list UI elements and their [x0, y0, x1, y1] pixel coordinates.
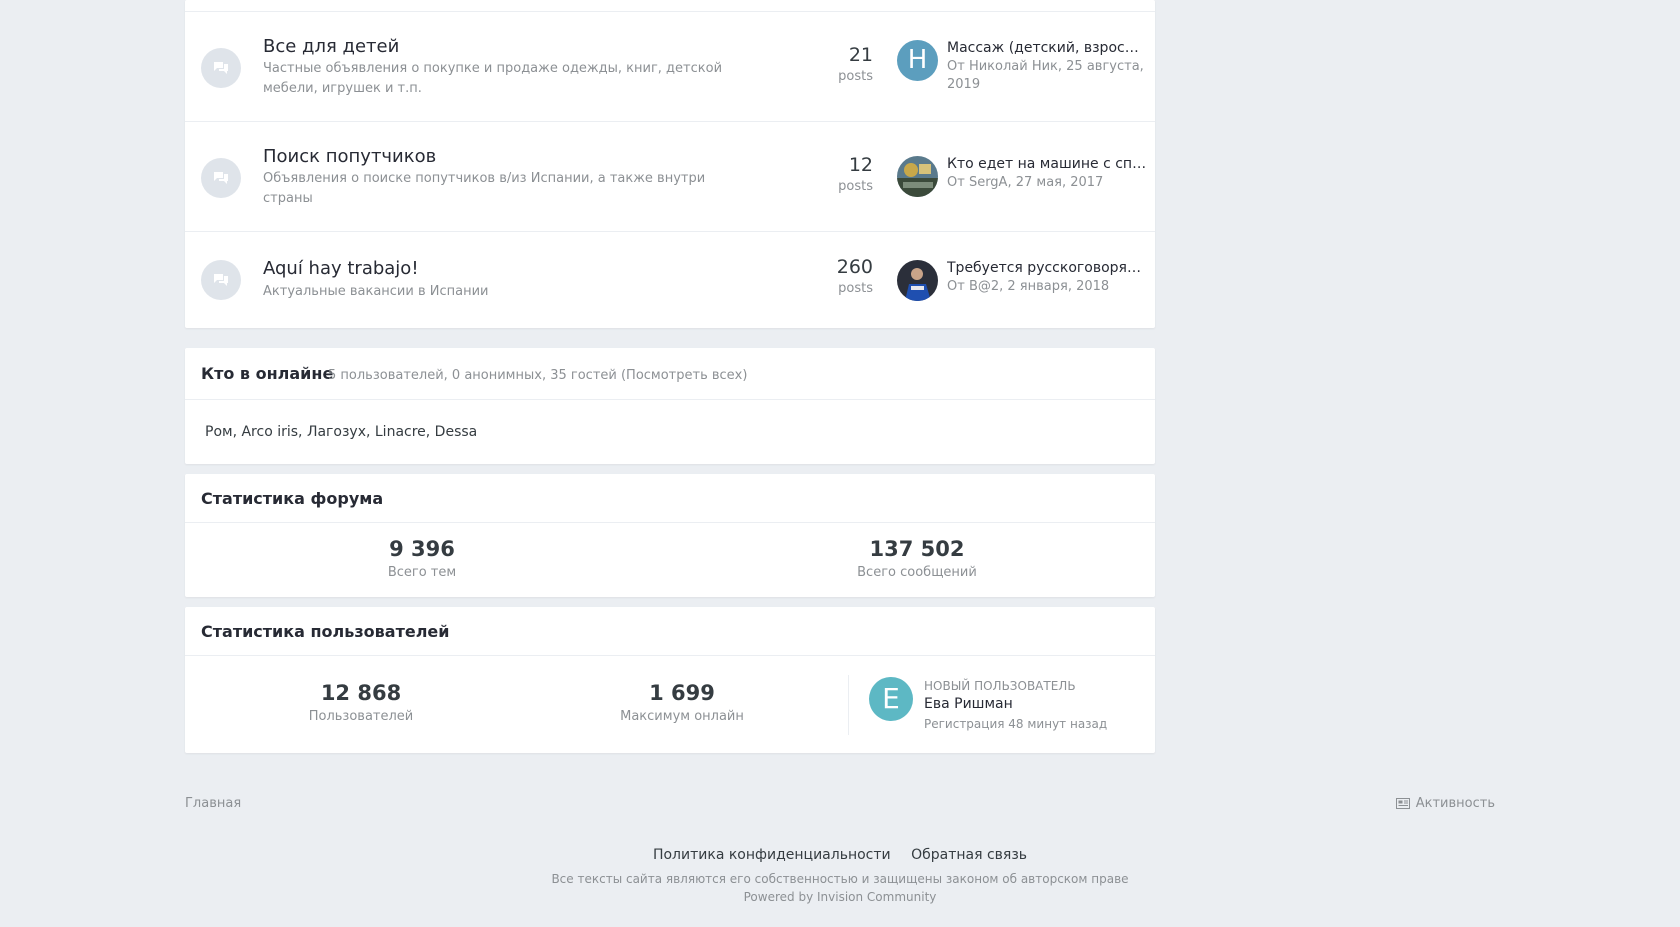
- new-member-label: Новый пользователь: [924, 679, 1076, 693]
- members-label: Пользователей: [308, 709, 414, 724]
- forum-status-icon: [201, 48, 241, 88]
- powered-by-link[interactable]: Powered by Invision Community: [0, 890, 1680, 904]
- total-posts-label: Всего сообщений: [857, 565, 977, 580]
- online-header: Кто в онлайне 5 пользователей, 0 анонимн…: [185, 348, 1155, 400]
- forum-title[interactable]: Aquí hay trabajo!: [263, 258, 419, 279]
- online-user-list[interactable]: Ром, Arco iris, Лагозух, Linacre, Dessa: [205, 424, 477, 440]
- forum-stats-header: Статистика форума: [185, 474, 1155, 523]
- forum-post-count: 21 posts: [838, 44, 873, 84]
- max-online-value: 1 699: [649, 681, 715, 705]
- forum-post-count: 12 posts: [838, 154, 873, 194]
- comments-icon: [214, 62, 228, 74]
- post-count-number: 12: [848, 154, 873, 176]
- footer-links: Политика конфиденциальности Обратная свя…: [0, 847, 1680, 863]
- stat-total-topics: 9 396 Всего тем: [322, 537, 522, 580]
- last-poster-avatar[interactable]: [897, 260, 938, 301]
- forum-status-icon: [201, 260, 241, 300]
- comments-icon: [214, 274, 228, 286]
- members-value: 12 868: [320, 681, 402, 705]
- total-topics-value: 9 396: [389, 537, 455, 561]
- new-member-avatar[interactable]: Е: [869, 677, 913, 721]
- stats-divider: [848, 675, 849, 735]
- forum-list-top-row: [185, 0, 1155, 12]
- post-count-label: posts: [838, 281, 873, 296]
- online-summary[interactable]: 5 пользователей, 0 анонимных, 35 гостей …: [328, 368, 747, 383]
- last-post-meta: От B@2, 2 января, 2018: [947, 279, 1110, 294]
- user-stats-widget: Статистика пользователей 12 868 Пользова…: [185, 607, 1155, 753]
- breadcrumb-home[interactable]: Главная: [185, 796, 241, 811]
- user-stats-title: Статистика пользователей: [201, 622, 450, 641]
- stat-members: 12 868 Пользователей: [261, 681, 461, 724]
- last-post-title[interactable]: Массаж (детский, взрослый) в Испании: [947, 40, 1147, 56]
- contact-us-link[interactable]: Обратная связь: [911, 847, 1027, 863]
- last-post-title[interactable]: Кто едет на машине с спб в Испанию: [947, 156, 1147, 172]
- post-count-label: posts: [838, 69, 873, 84]
- forum-stats-title: Статистика форума: [201, 489, 384, 508]
- last-poster-avatar[interactable]: Н: [897, 40, 938, 81]
- last-post-info: Массаж (детский, взрослый) в Испании От …: [947, 40, 1147, 94]
- forum-stats-widget: Статистика форума 9 396 Всего тем 137 50…: [185, 474, 1155, 597]
- forum-description: Частные объявления о покупке и продаже о…: [263, 61, 723, 96]
- forum-post-count: 260 posts: [837, 256, 873, 296]
- total-topics-label: Всего тем: [387, 565, 457, 580]
- forum-description: Актуальные вакансии в Испании: [263, 284, 489, 299]
- user-stats-header: Статистика пользователей: [185, 607, 1155, 656]
- post-count-number: 260: [836, 256, 873, 278]
- max-online-label: Максимум онлайн: [620, 709, 744, 724]
- total-posts-value: 137 502: [869, 537, 965, 561]
- forum-row-travel: Поиск попутчиков Объявления о поиске поп…: [185, 122, 1155, 232]
- last-post-title[interactable]: Требуется русскоговорящий сотрудник: [947, 260, 1147, 276]
- post-count-number: 21: [848, 44, 873, 66]
- new-member-registered: Регистрация 48 минут назад: [924, 717, 1108, 731]
- forum-list: Все для детей Частные объявления о покуп…: [185, 0, 1155, 328]
- online-users-widget: Кто в онлайне 5 пользователей, 0 анонимн…: [185, 348, 1155, 464]
- post-count-label: posts: [838, 179, 873, 194]
- newspaper-icon: [1395, 798, 1410, 809]
- new-member-name[interactable]: Ева Ришман: [924, 696, 1013, 712]
- last-post-meta: От Николай Ник, 25 августа, 2019: [947, 59, 1144, 92]
- forum-title[interactable]: Все для детей: [263, 36, 399, 57]
- forum-row-kids: Все для детей Частные объявления о покуп…: [185, 12, 1155, 122]
- privacy-policy-link[interactable]: Политика конфиденциальности: [653, 847, 891, 863]
- last-post-meta: От SergA, 27 мая, 2017: [947, 175, 1104, 190]
- last-post-info: Кто едет на машине с спб в Испанию От Se…: [947, 156, 1147, 192]
- stat-max-online: 1 699 Максимум онлайн: [582, 681, 782, 724]
- stat-total-posts: 137 502 Всего сообщений: [817, 537, 1017, 580]
- forum-status-icon: [201, 158, 241, 198]
- online-title: Кто в онлайне: [201, 364, 334, 383]
- comments-icon: [214, 172, 228, 184]
- last-poster-avatar[interactable]: [897, 156, 938, 197]
- main-content: Все для детей Частные объявления о покуп…: [185, 0, 1155, 753]
- user-photo-icon: [897, 260, 938, 301]
- forum-title[interactable]: Поиск попутчиков: [263, 146, 436, 167]
- forum-description: Объявления о поиске попутчиков в/из Испа…: [263, 171, 706, 206]
- activity-label: Активность: [1415, 796, 1495, 811]
- last-post-info: Требуется русскоговорящий сотрудник От B…: [947, 260, 1147, 296]
- user-photo-icon: [897, 156, 938, 197]
- activity-link[interactable]: Активность: [1395, 796, 1495, 811]
- forum-row-jobs: Aquí hay trabajo! Актуальные вакансии в …: [185, 232, 1155, 328]
- copyright-text: Все тексты сайта являются его собственно…: [551, 872, 1129, 886]
